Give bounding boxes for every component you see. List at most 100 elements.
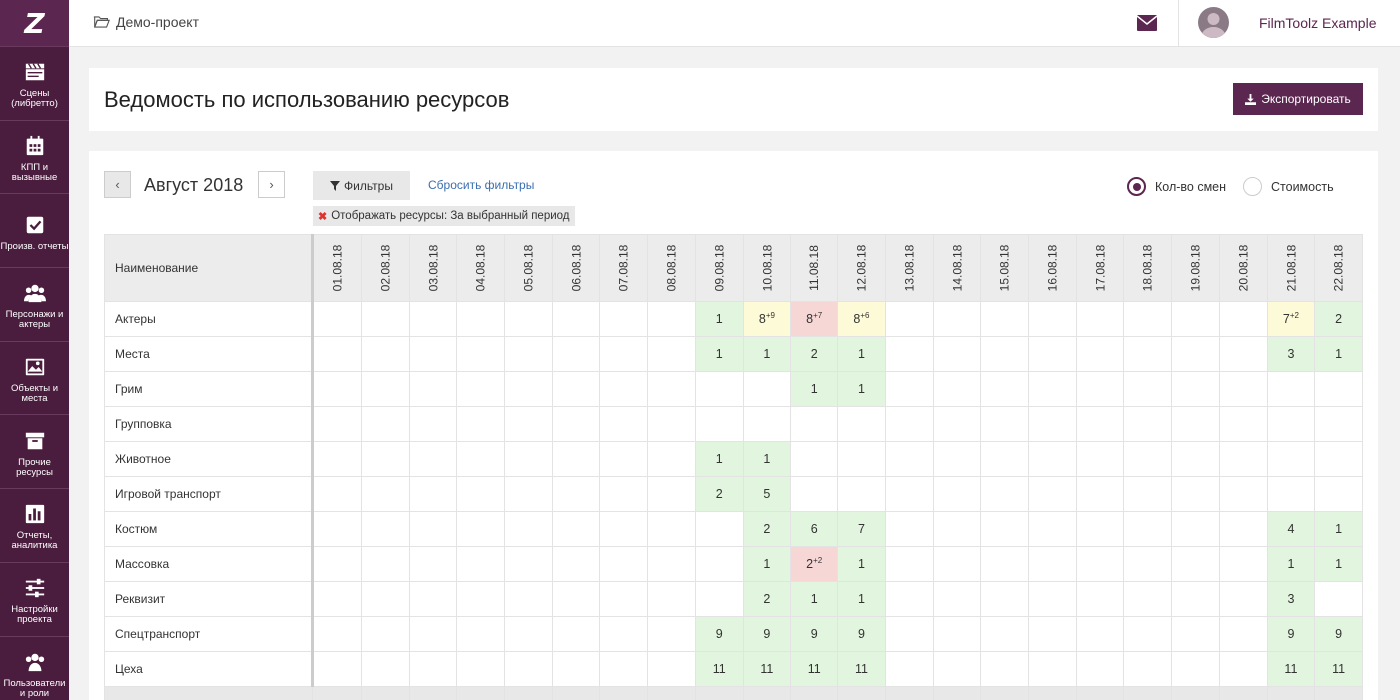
table-cell[interactable]: 1	[1314, 511, 1363, 547]
table-cell[interactable]: 1	[837, 581, 886, 617]
table-cell[interactable]	[790, 406, 839, 442]
table-cell[interactable]: 9	[742, 616, 792, 652]
table-cell[interactable]	[980, 651, 1029, 687]
table-cell[interactable]	[360, 441, 410, 477]
table-cell[interactable]	[551, 581, 601, 617]
table-cell[interactable]: 1	[742, 441, 792, 477]
project-breadcrumb[interactable]: Демо-проект	[93, 14, 199, 30]
table-cell[interactable]: 1	[1314, 336, 1363, 372]
table-cell[interactable]	[599, 546, 649, 582]
table-cell[interactable]	[932, 651, 982, 687]
table-row[interactable]: Спецтранспорт 9 9 9 9 9 9	[104, 616, 1363, 652]
table-cell[interactable]	[551, 441, 601, 477]
table-cell[interactable]	[1218, 651, 1268, 687]
table-cell[interactable]	[932, 336, 982, 372]
table-cell[interactable]	[551, 616, 601, 652]
table-cell[interactable]	[884, 441, 934, 477]
table-cell[interactable]	[551, 511, 601, 547]
table-cell[interactable]	[1266, 441, 1316, 477]
sidebar-item-reports[interactable]: Произв. отчеты	[0, 194, 69, 269]
table-cell[interactable]	[1027, 511, 1077, 547]
table-row[interactable]: Места 1 1 2 1 3 1	[104, 336, 1363, 372]
table-cell[interactable]	[408, 301, 458, 337]
table-cell[interactable]: 1	[1314, 546, 1363, 582]
table-cell[interactable]: 1	[837, 336, 886, 372]
table-cell[interactable]	[503, 651, 553, 687]
table-cell[interactable]	[360, 406, 410, 442]
table-cell[interactable]: 2	[742, 581, 792, 617]
table-cell[interactable]	[1075, 581, 1125, 617]
table-cell[interactable]	[647, 511, 696, 547]
table-cell[interactable]: 1	[790, 581, 839, 617]
table-cell[interactable]	[503, 301, 553, 337]
table-cell[interactable]	[884, 336, 934, 372]
table-cell[interactable]	[1123, 546, 1173, 582]
table-cell[interactable]	[599, 581, 649, 617]
table-cell[interactable]	[1266, 476, 1316, 512]
table-cell[interactable]	[884, 651, 934, 687]
table-cell[interactable]	[837, 476, 886, 512]
table-cell[interactable]: 11	[837, 651, 886, 687]
table-cell[interactable]	[1171, 511, 1220, 547]
table-cell[interactable]	[360, 546, 410, 582]
user-name[interactable]: FilmToolz Example	[1259, 15, 1376, 31]
table-cell[interactable]	[1075, 651, 1125, 687]
table-cell[interactable]: 1	[694, 336, 744, 372]
table-cell[interactable]: 1	[694, 301, 744, 337]
table-cell[interactable]	[1171, 406, 1220, 442]
table-cell[interactable]: 9	[1266, 616, 1316, 652]
table-cell[interactable]: 2	[790, 336, 839, 372]
table-cell[interactable]	[456, 301, 505, 337]
table-cell[interactable]	[1027, 406, 1077, 442]
table-cell[interactable]	[408, 511, 458, 547]
table-cell[interactable]	[1171, 371, 1220, 407]
table-cell[interactable]	[551, 371, 601, 407]
table-cell[interactable]	[599, 651, 649, 687]
table-cell[interactable]	[884, 406, 934, 442]
table-cell[interactable]: 1	[1266, 546, 1316, 582]
table-cell[interactable]	[456, 406, 505, 442]
sidebar-item-locations[interactable]: Объекты и места	[0, 342, 69, 416]
table-cell[interactable]: 3	[1266, 581, 1316, 617]
table-cell[interactable]: 1	[694, 441, 744, 477]
table-cell[interactable]: 7+2	[1266, 301, 1316, 337]
table-cell[interactable]: 11	[1266, 651, 1316, 687]
table-cell[interactable]	[932, 616, 982, 652]
reset-filters-link[interactable]: Сбросить фильтры	[428, 178, 534, 192]
table-cell[interactable]	[932, 441, 982, 477]
table-cell[interactable]: 11	[790, 651, 839, 687]
table-cell[interactable]	[360, 511, 410, 547]
table-cell[interactable]	[884, 371, 934, 407]
table-cell[interactable]	[647, 651, 696, 687]
table-cell[interactable]	[1075, 441, 1125, 477]
table-cell[interactable]	[647, 371, 696, 407]
table-cell[interactable]	[408, 406, 458, 442]
table-cell[interactable]	[360, 651, 410, 687]
app-logo[interactable]: Z	[0, 0, 69, 47]
table-cell[interactable]	[503, 371, 553, 407]
table-cell[interactable]	[312, 651, 362, 687]
table-cell[interactable]: 9	[837, 616, 886, 652]
table-cell[interactable]	[932, 406, 982, 442]
table-cell[interactable]: 9	[790, 616, 839, 652]
table-cell[interactable]	[1075, 406, 1125, 442]
table-cell[interactable]	[884, 581, 934, 617]
table-cell[interactable]	[360, 476, 410, 512]
table-cell[interactable]	[408, 616, 458, 652]
table-cell[interactable]	[1123, 476, 1173, 512]
table-cell[interactable]	[1027, 336, 1077, 372]
table-cell[interactable]	[551, 406, 601, 442]
table-cell[interactable]: 1	[742, 336, 792, 372]
table-cell[interactable]	[503, 336, 553, 372]
table-cell[interactable]	[1266, 406, 1316, 442]
table-cell[interactable]	[790, 476, 839, 512]
table-cell[interactable]	[790, 441, 839, 477]
table-cell[interactable]	[408, 336, 458, 372]
table-cell[interactable]	[408, 441, 458, 477]
table-cell[interactable]	[599, 476, 649, 512]
table-cell[interactable]	[932, 511, 982, 547]
table-cell[interactable]	[1123, 406, 1173, 442]
table-cell[interactable]	[1171, 651, 1220, 687]
table-cell[interactable]: 2+2	[790, 546, 839, 582]
table-cell[interactable]: 7	[837, 511, 886, 547]
